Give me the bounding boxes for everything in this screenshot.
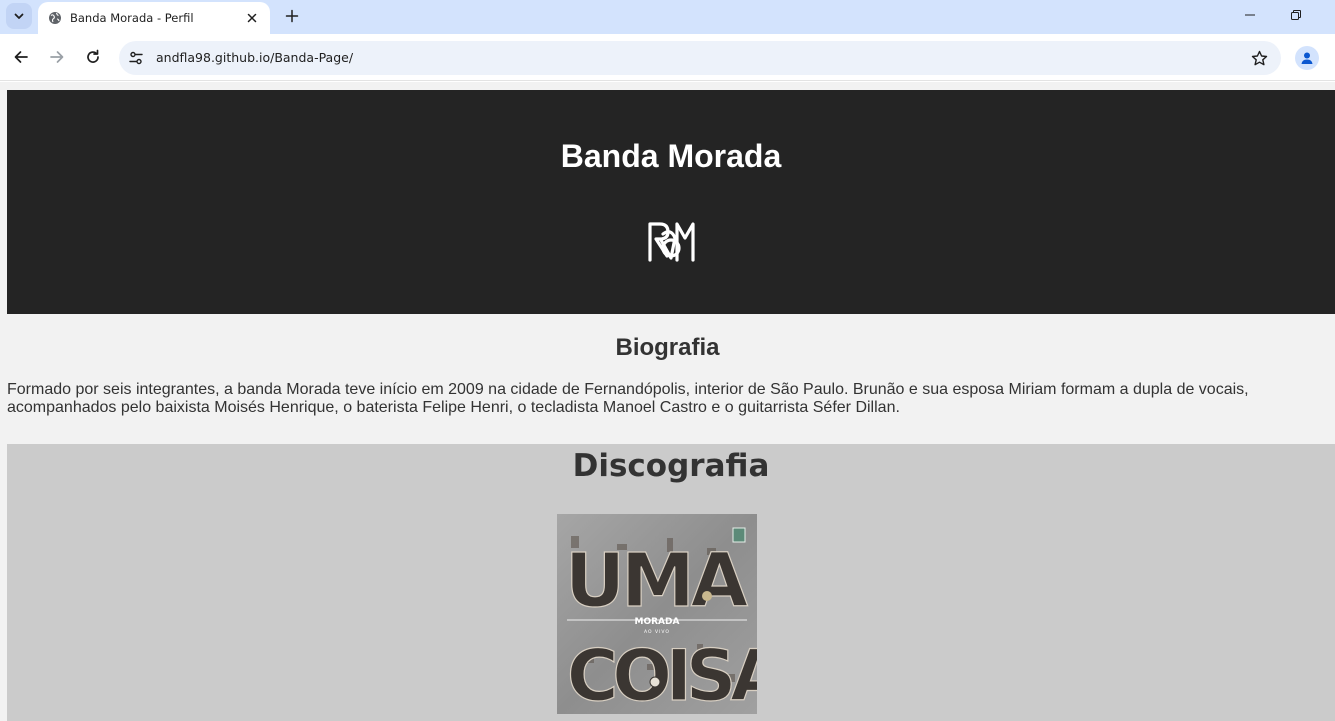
discography-section: Discografia UMA COIS MORADA AO VIVO: [7, 444, 1335, 721]
forward-button[interactable]: [43, 43, 71, 71]
arrow-right-icon: [50, 51, 64, 63]
site-info-button[interactable]: [127, 49, 145, 67]
star-icon: [1251, 50, 1267, 65]
chevron-down-icon: [14, 13, 24, 19]
plus-icon: [285, 9, 299, 23]
album-cover-bottom-text: COISA: [567, 635, 757, 714]
biography-text: Formado por seis integrantes, a banda Mo…: [7, 381, 1249, 416]
tab-strip: Banda Morada - Perfil: [0, 0, 1335, 34]
hero-header: Banda Morada: [7, 90, 1335, 314]
reload-icon: [87, 49, 99, 63]
arrow-left-icon: [14, 51, 28, 63]
profile-button[interactable]: [1295, 46, 1319, 70]
tab-title: Banda Morada - Perfil: [70, 11, 194, 25]
bookmark-button[interactable]: [1249, 48, 1269, 68]
tune-icon: [129, 51, 143, 65]
album-cover-sub-text: AO VIVO: [644, 629, 670, 635]
morada-logo-icon: [648, 222, 695, 262]
restore-icon: [1291, 10, 1301, 20]
album-cover-art: UMA COISA MORADA AO VIVO: [557, 514, 757, 714]
minimize-icon: [1245, 14, 1255, 16]
globe-icon: [49, 12, 61, 24]
restore-button[interactable]: [1273, 0, 1319, 30]
tab-close-button[interactable]: [244, 10, 260, 26]
album-cover-image[interactable]: UMA COISA MORADA AO VIVO: [557, 514, 757, 714]
browser-toolbar: andfla98.github.io/Banda-Page/: [0, 34, 1335, 81]
minimize-button[interactable]: [1227, 0, 1273, 30]
close-icon: [247, 13, 257, 23]
person-icon: [1301, 52, 1313, 64]
discography-title: Discografia: [572, 448, 770, 484]
url-text[interactable]: andfla98.github.io/Banda-Page/: [156, 50, 353, 65]
active-tab[interactable]: Banda Morada - Perfil: [38, 2, 270, 34]
biography-title: Biografia: [615, 334, 720, 361]
address-bar[interactable]: andfla98.github.io/Banda-Page/: [119, 41, 1281, 75]
album-cover-top-text: UMA: [565, 538, 748, 624]
tab-search-button[interactable]: [6, 3, 32, 29]
page-title: Banda Morada: [560, 138, 782, 174]
reload-button[interactable]: [79, 43, 107, 71]
album-cover-band-text: MORADA: [635, 617, 680, 627]
new-tab-button[interactable]: [281, 5, 303, 27]
page-viewport[interactable]: Banda Morada Biografia Formado por seis …: [0, 82, 1335, 721]
back-button[interactable]: [7, 43, 35, 71]
